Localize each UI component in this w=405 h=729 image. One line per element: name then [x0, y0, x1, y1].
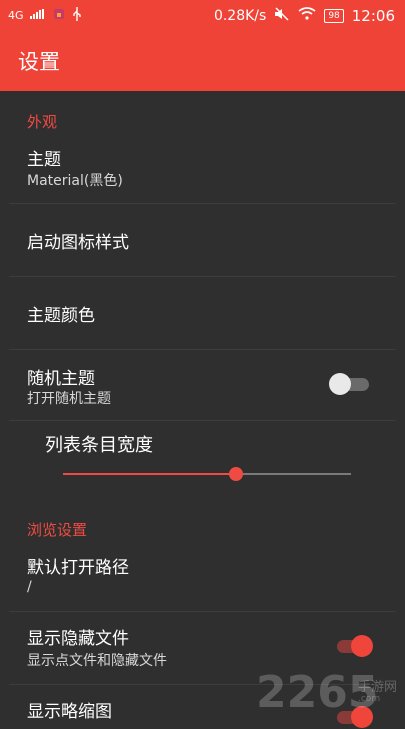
setting-title: 主题 [27, 150, 61, 170]
setting-title: 列表条目宽度 [45, 435, 153, 456]
status-bar: 4G 0.28K/s 98 12:06 [0, 0, 405, 31]
watermark-sub: 手游网 [358, 680, 398, 695]
setting-subtitle: 打开随机主题 [27, 391, 111, 407]
setting-title: 默认打开路径 [27, 558, 129, 578]
setting-subtitle: 显示点文件和隐藏文件 [27, 653, 167, 669]
list-width-slider[interactable] [63, 467, 351, 481]
toggle-thumb [351, 635, 373, 657]
network-speed: 0.28K/s [213, 7, 267, 24]
setting-subtitle: Material(黑色) [27, 173, 123, 189]
page-title: 设置 [18, 50, 60, 74]
setting-list-width: 列表条目宽度 [0, 421, 405, 493]
settings-list: 外观 主题 Material(黑色) 启动图标样式 主题颜色 随机主题 打开随机… [0, 91, 405, 728]
mute-icon [274, 6, 290, 25]
setting-theme[interactable]: 主题 Material(黑色) [0, 135, 405, 203]
battery-icon: 98 [324, 8, 344, 23]
setting-default-path[interactable]: 默认打开路径 / [0, 543, 405, 611]
watermark-en: .com [358, 694, 381, 704]
setting-title: 显示略缩图 [27, 702, 112, 722]
setting-title: 主题颜色 [27, 306, 95, 326]
setting-title: 随机主题 [27, 369, 95, 389]
show-hidden-toggle[interactable] [331, 634, 375, 658]
app-bar: 设置 [0, 31, 405, 91]
slider-thumb[interactable] [228, 467, 243, 481]
setting-title: 启动图标样式 [27, 233, 129, 253]
status-right: 0.28K/s 98 12:06 [214, 7, 405, 25]
setting-subtitle: / [27, 579, 32, 595]
wifi-icon [298, 7, 316, 24]
setting-title: 显示隐藏文件 [27, 629, 129, 649]
setting-theme-color[interactable]: 主题颜色 [0, 277, 405, 349]
network-label: 4G [8, 9, 24, 22]
setting-launcher-icon[interactable]: 启动图标样式 [0, 204, 405, 276]
usb-icon [72, 7, 82, 24]
slider-fill [63, 473, 236, 475]
clock: 12:06 [351, 6, 395, 25]
toggle-thumb [329, 373, 351, 395]
app-notification-icon [52, 7, 66, 24]
setting-random-theme[interactable]: 随机主题 打开随机主题 [0, 350, 405, 420]
signal-icon [29, 9, 46, 22]
status-left: 4G [0, 7, 82, 24]
random-theme-toggle[interactable] [329, 372, 373, 396]
section-appearance: 外观 [27, 113, 58, 131]
section-browse: 浏览设置 [27, 521, 88, 539]
